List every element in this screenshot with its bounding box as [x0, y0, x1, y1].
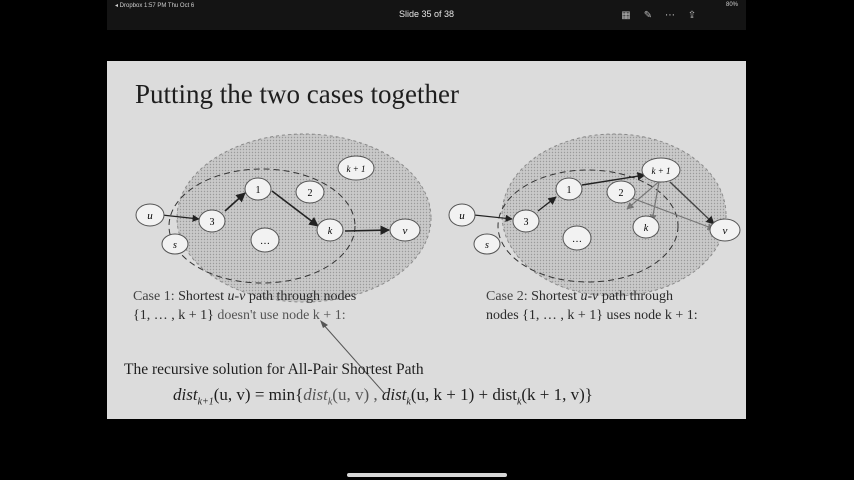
node-label: 3: [210, 217, 215, 228]
node-s: s: [161, 233, 189, 255]
node-label: k: [328, 226, 333, 237]
node-label: u: [459, 210, 465, 222]
node-k: k: [632, 215, 660, 239]
slide: Putting the two cases together u s 3 1 2…: [107, 61, 746, 419]
node-dots: …: [250, 227, 280, 253]
formula-t3-args: (k + 1, v)}: [521, 385, 593, 404]
home-indicator[interactable]: [347, 473, 507, 477]
status-bar: ◂ Dropbox 1:57 PM Thu Oct 6 Slide 35 of …: [107, 0, 746, 30]
node-2: 2: [295, 180, 325, 204]
case1-rest: doesn't use node k + 1:: [213, 308, 346, 323]
node-3: 3: [512, 209, 540, 233]
case1-text: Shortest: [178, 289, 228, 304]
case2-text3: nodes: [486, 308, 523, 323]
node-k-plus-1: k + 1: [337, 155, 375, 181]
node-label: k + 1: [346, 164, 365, 174]
node-label: u: [147, 210, 153, 222]
case2-caption: Case 2: Shortest u-v path through nodes …: [486, 287, 698, 325]
node-u: u: [448, 203, 476, 227]
node-label: s: [173, 240, 177, 251]
node-3: 3: [198, 209, 226, 233]
node-dots: …: [562, 225, 592, 251]
node-s: s: [473, 233, 501, 255]
formula-lhs-sub: k+1: [197, 396, 214, 408]
node-label: …: [260, 236, 270, 247]
case1-label: Case 1:: [133, 289, 175, 304]
formula-t2-args: (u, k + 1) +: [410, 385, 493, 404]
formula-t3-fn: dist: [492, 385, 517, 404]
share-icon[interactable]: ⇪: [686, 10, 698, 22]
node-k-plus-1: k + 1: [641, 157, 681, 183]
recursive-solution-text: The recursive solution for All-Pair Shor…: [124, 361, 424, 378]
formula-t2-fn: dist: [381, 385, 407, 404]
case1-text2: path through nodes: [245, 289, 357, 304]
node-label: v: [723, 225, 728, 237]
recurrence-formula: distk+1(u, v) = min{distk(u, v) , distk(…: [173, 385, 593, 407]
node-k: k: [316, 218, 344, 242]
grid-icon[interactable]: ▦: [620, 10, 632, 22]
formula-lhs-fn: dist: [173, 385, 198, 404]
case2-text2: path through: [598, 289, 674, 304]
node-label: s: [485, 240, 489, 251]
formula-t1-args: (u, v) ,: [332, 385, 382, 404]
case2-rest: uses node k + 1:: [603, 308, 698, 323]
annotation-pointer-line: [321, 322, 386, 395]
node-label: v: [403, 225, 408, 237]
toolbar-icons: ▦ ✎ ⋯ ⇪: [620, 10, 698, 22]
node-label: 3: [524, 217, 529, 228]
battery-text: 80%: [725, 2, 738, 8]
node-2: 2: [606, 180, 636, 204]
formula-lhs-args: (u, v) = min{: [213, 385, 304, 404]
diagram-case2: u s 3 1 2 … k k + 1 v: [448, 133, 741, 297]
case1-set: {1, … , k + 1}: [133, 308, 214, 323]
case2-text: Shortest: [531, 289, 581, 304]
node-1: 1: [244, 177, 272, 201]
case1-math: u-v: [227, 289, 246, 304]
node-label: 1: [256, 185, 261, 196]
more-icon[interactable]: ⋯: [664, 10, 676, 22]
status-left-text: ◂ Dropbox 1:57 PM Thu Oct 6: [115, 3, 195, 9]
case2-set: {1, … , k + 1}: [522, 308, 604, 323]
node-label: 2: [619, 188, 624, 199]
case2-math: u-v: [580, 289, 599, 304]
annotate-icon[interactable]: ✎: [642, 10, 654, 22]
case2-label: Case 2:: [486, 289, 528, 304]
node-label: k: [644, 223, 649, 234]
node-v: v: [389, 218, 421, 242]
case1-caption: Case 1: Shortest u-v path through nodes …: [133, 287, 356, 325]
node-label: 2: [308, 188, 313, 199]
node-label: k + 1: [651, 166, 670, 176]
node-1: 1: [555, 177, 583, 201]
diagram-case1: u s 3 1 2 … k k + 1 v: [135, 133, 432, 303]
node-label: 1: [567, 185, 572, 196]
node-v: v: [709, 218, 741, 242]
node-u: u: [135, 203, 165, 227]
node-label: …: [572, 234, 582, 245]
formula-t1-fn: dist: [303, 385, 328, 404]
